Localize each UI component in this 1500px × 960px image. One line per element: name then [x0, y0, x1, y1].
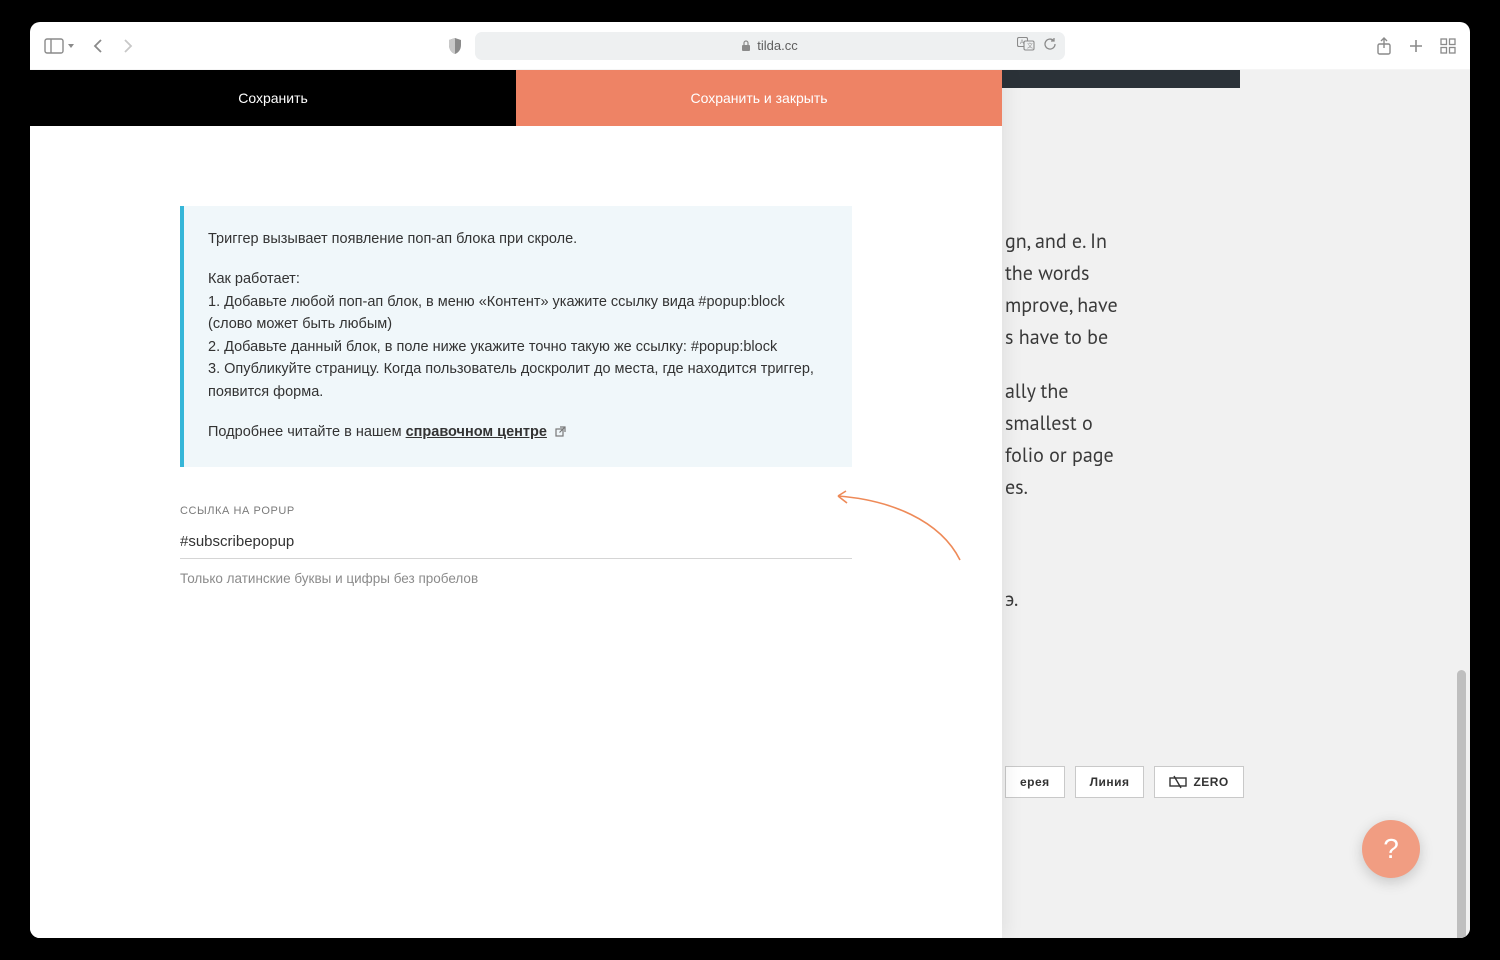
- popup-link-label: ССЫЛКА НА POPUP: [180, 505, 852, 517]
- bg-paragraph: э.: [1005, 583, 1130, 615]
- panel-tabs: Сохранить Сохранить и закрыть: [30, 70, 1002, 126]
- save-and-close-button[interactable]: Сохранить и закрыть: [516, 70, 1002, 126]
- svg-text:A: A: [1020, 40, 1024, 46]
- info-how-label: Как работает:: [208, 268, 824, 290]
- bg-paragraph: ally the smallest o folio or page es.: [1005, 375, 1130, 503]
- info-more: Подробнее читайте в нашем справочном цен…: [208, 421, 824, 444]
- url-host: tilda.cc: [757, 38, 797, 53]
- browser-window: tilda.cc A文: [30, 22, 1470, 938]
- new-tab-icon[interactable]: [1408, 38, 1424, 54]
- zero-icon: [1169, 775, 1187, 789]
- share-icon[interactable]: [1376, 37, 1392, 55]
- external-link-icon: [555, 422, 566, 444]
- info-intro: Триггер вызывает появление поп-ап блока …: [208, 228, 824, 250]
- bg-paragraph: gn, and e. In the words mprove, have s h…: [1005, 225, 1130, 353]
- info-step: 2. Добавьте данный блок, в поле ниже ука…: [208, 336, 824, 358]
- info-step: 3. Опубликуйте страницу. Когда пользоват…: [208, 358, 824, 403]
- svg-text:文: 文: [1027, 42, 1033, 50]
- help-center-link[interactable]: справочном центре: [406, 424, 547, 440]
- background-article-text: gn, and e. In the words mprove, have s h…: [1005, 225, 1130, 637]
- reload-icon[interactable]: [1043, 37, 1057, 54]
- forward-button: [121, 38, 135, 54]
- page-content: gn, and e. In the words mprove, have s h…: [30, 70, 1470, 938]
- save-button[interactable]: Сохранить: [30, 70, 516, 126]
- info-box: Триггер вызывает появление поп-ап блока …: [180, 206, 852, 467]
- block-library-buttons: ерея Линия ZERO: [1005, 766, 1244, 798]
- info-step: 1. Добавьте любой поп-ап блок, в меню «К…: [208, 291, 824, 336]
- browser-toolbar: tilda.cc A文: [30, 22, 1470, 70]
- popup-link-hint: Только латинские буквы и цифры без пробе…: [180, 571, 852, 586]
- block-button-zero[interactable]: ZERO: [1154, 766, 1243, 798]
- translate-icon[interactable]: A文: [1017, 37, 1035, 54]
- help-icon: ?: [1383, 833, 1399, 865]
- background-image-strip: [1000, 70, 1240, 88]
- tab-overview-icon[interactable]: [1440, 38, 1456, 54]
- sidebar-toggle-icon[interactable]: [44, 38, 75, 54]
- help-button[interactable]: ?: [1362, 820, 1420, 878]
- block-button-gallery[interactable]: ерея: [1005, 766, 1065, 798]
- settings-panel: Сохранить Сохранить и закрыть Триггер вы…: [30, 70, 1002, 938]
- lock-icon: [741, 40, 751, 52]
- privacy-shield-icon[interactable]: [447, 37, 463, 55]
- block-button-line[interactable]: Линия: [1075, 766, 1145, 798]
- scrollbar-thumb[interactable]: [1457, 670, 1466, 938]
- address-bar[interactable]: tilda.cc A文: [475, 32, 1065, 60]
- scrollbar[interactable]: [1454, 120, 1468, 932]
- popup-link-input[interactable]: [180, 527, 852, 559]
- back-button[interactable]: [91, 38, 105, 54]
